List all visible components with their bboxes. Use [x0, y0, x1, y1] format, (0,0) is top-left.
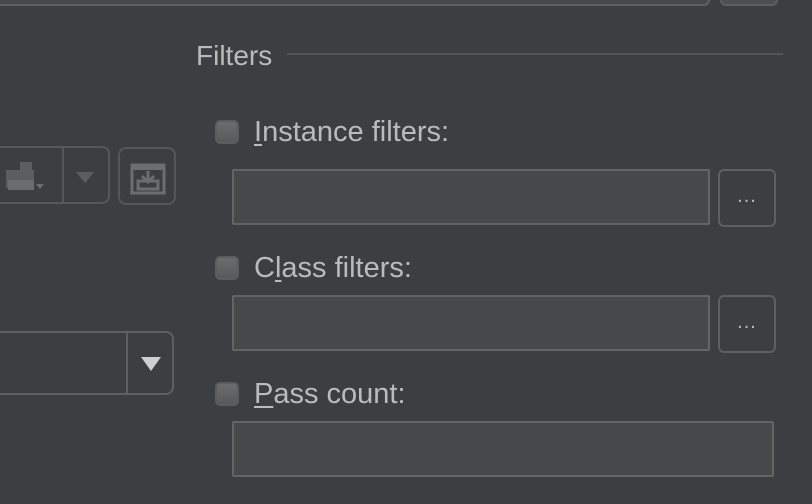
class-filters-field[interactable] [232, 295, 710, 351]
pass-count-field[interactable] [232, 421, 774, 477]
top-browse-button[interactable] [720, 0, 778, 6]
combo-divider [62, 148, 64, 202]
import-icon [130, 163, 166, 195]
chevron-down-icon[interactable] [140, 355, 162, 373]
pass-count-checkbox[interactable] [215, 382, 239, 406]
label-text: ass count: [273, 378, 406, 410]
mnemonic-letter: I [254, 116, 263, 148]
instance-filters-label[interactable]: Instance filters: [254, 115, 449, 149]
label-text: nstance filters: [262, 116, 450, 148]
left-dropdown[interactable] [0, 331, 174, 395]
instance-filters-field[interactable] [232, 169, 710, 225]
section-separator [287, 53, 783, 55]
instance-filters-browse-button[interactable]: ... [718, 169, 776, 227]
filters-section-title: Filters [196, 40, 273, 71]
label-text: ass filters: [281, 252, 412, 284]
class-filters-label[interactable]: Class filters: [254, 251, 412, 285]
disabled-split-combo [0, 146, 110, 204]
breakpoint-settings-panel: Filters Instance filters: ... Class filt… [0, 0, 812, 504]
pass-count-label[interactable]: Pass count: [254, 377, 406, 411]
chevron-down-icon [76, 172, 94, 183]
instance-filters-checkbox[interactable] [215, 120, 239, 144]
disabled-document-icon [6, 162, 44, 190]
import-button[interactable] [118, 147, 176, 205]
top-combo-box[interactable] [0, 0, 710, 6]
mnemonic-letter: P [254, 378, 274, 410]
class-filters-checkbox[interactable] [215, 256, 239, 280]
label-text: C [254, 252, 275, 284]
class-filters-browse-button[interactable]: ... [718, 295, 776, 353]
dropdown-divider [126, 333, 128, 393]
